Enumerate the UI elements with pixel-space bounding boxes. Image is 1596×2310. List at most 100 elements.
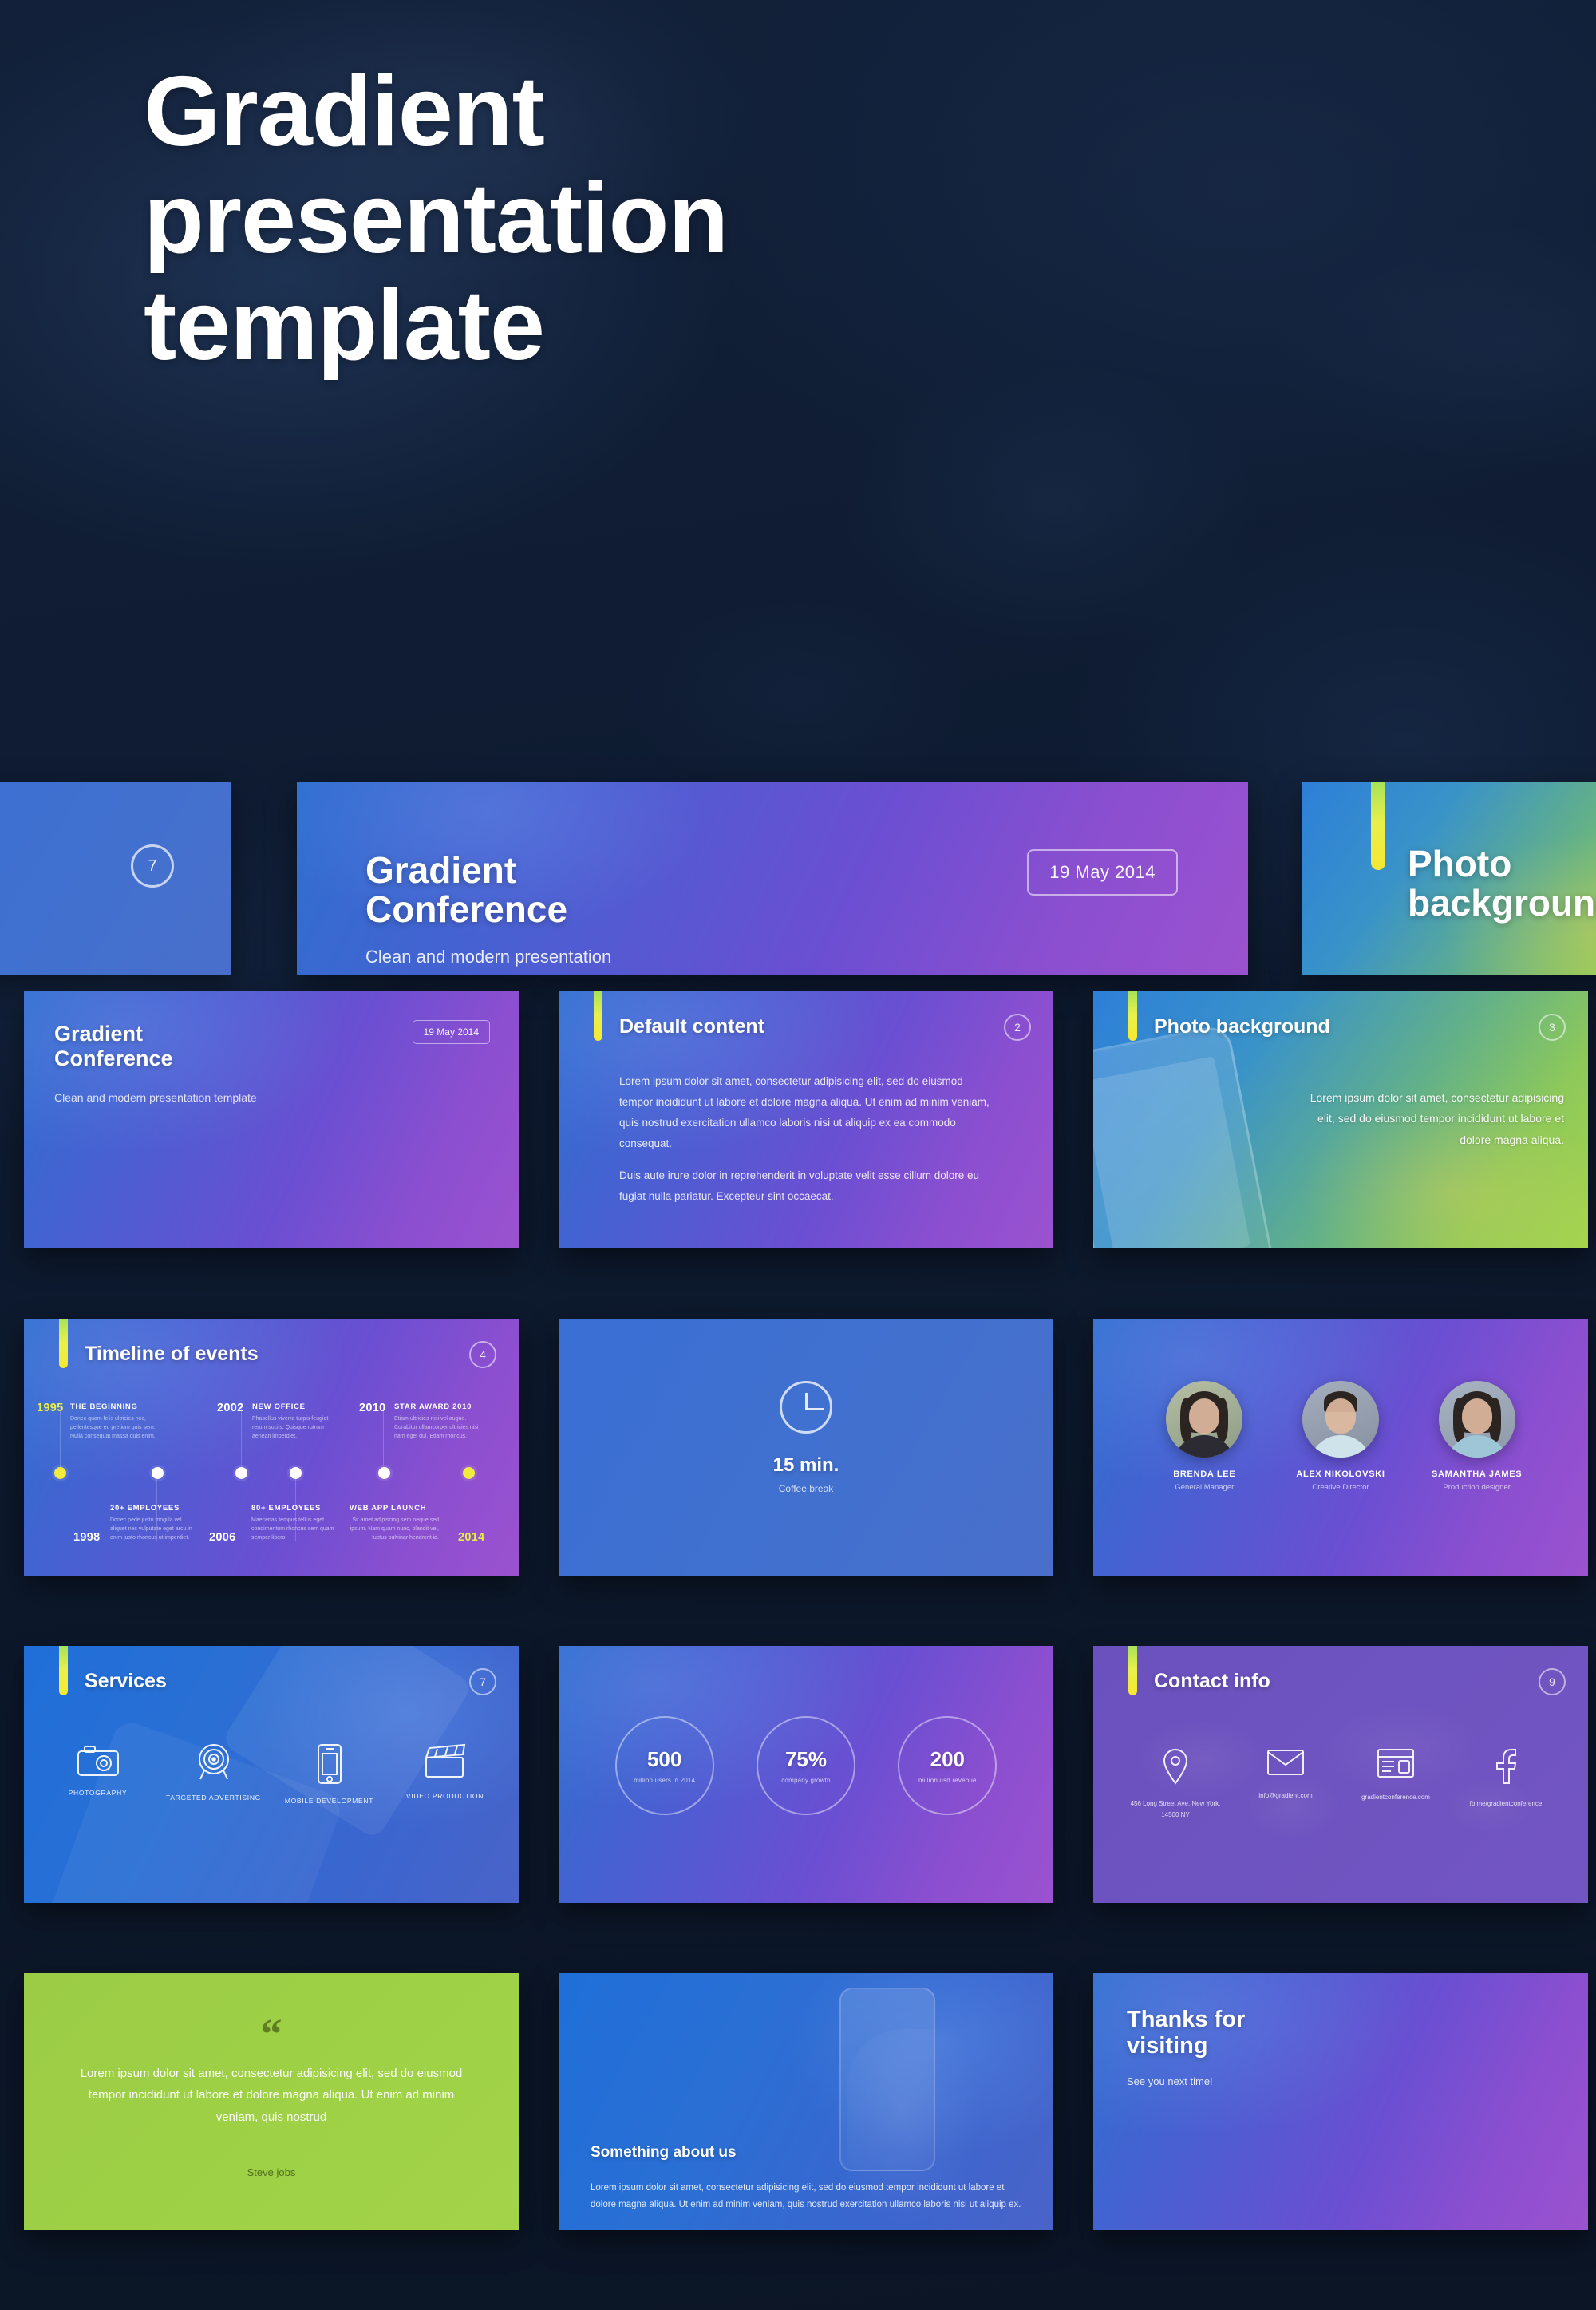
featured-photo-title: Photo background [1408, 843, 1596, 924]
thanks-line-2: visiting [1127, 2033, 1208, 2059]
page-number-badge: 4 [469, 1341, 496, 1368]
timeline-description: Maecenas tempus tellus eget condimentum … [251, 1517, 334, 1541]
page-number-badge: 3 [1539, 1014, 1566, 1041]
member-role: Creative Director [1312, 1483, 1369, 1492]
stat-caption: million users in 2014 [634, 1777, 696, 1784]
timeline-year: 2014 [458, 1531, 485, 1544]
timeline-description: Phasellus viverra turpis feugiat rerum s… [252, 1416, 329, 1439]
timeline-heading: NEW OFFICE [252, 1402, 306, 1411]
timeline-dot [463, 1467, 475, 1479]
thanks-line-1: Thanks for [1127, 2007, 1246, 2032]
slide-coffee-break[interactable]: 15 min. Coffee break [559, 1319, 1053, 1576]
stat-circle: 200 million usd revenue [898, 1716, 998, 1815]
contact-text: info@gradient.com [1258, 1792, 1313, 1799]
quote-author: Steve jobs [247, 2166, 296, 2178]
stat-caption: company growth [781, 1777, 831, 1784]
slide-title[interactable]: Gradient Conference Clean and modern pre… [24, 991, 519, 1248]
featured-slide-photo-background[interactable]: Photo background [1302, 782, 1596, 975]
slide-thanks[interactable]: Thanks for visiting See you next time! [1093, 1973, 1588, 2230]
timeline-description: Etiam ultricies nisi vel augue. Curabitu… [394, 1416, 479, 1439]
break-label: Coffee break [778, 1483, 834, 1494]
browser-window-icon [1344, 1748, 1448, 1778]
slide-heading: Services [85, 1670, 167, 1692]
timeline-tick [383, 1406, 384, 1473]
avatar [1438, 1381, 1515, 1458]
service-item[interactable]: PHOTOGRAPHY [44, 1743, 152, 1805]
date-badge: 19 May 2014 [1027, 849, 1178, 896]
slide-heading: Something about us [591, 2144, 737, 2161]
stat-value: 500 [646, 1747, 682, 1771]
stat-circle: 75% company growth [756, 1716, 855, 1815]
body-paragraph: Lorem ipsum dolor sit amet, consectetur … [1310, 1091, 1564, 1146]
contact-item[interactable]: info@gradient.com [1234, 1748, 1337, 1820]
accent-bar [1128, 1646, 1137, 1695]
hero-line-3: template [144, 270, 545, 381]
team-member[interactable]: SAMANTHA JAMES Production designer [1418, 1381, 1536, 1492]
hero-title: Gradient presentation template [144, 57, 1085, 381]
slide-team[interactable]: BRENDA LEE General Manager ALEX NIKOLOVS… [1093, 1319, 1588, 1576]
timeline-dot [290, 1467, 302, 1479]
timeline-heading: 20+ EMPLOYEES [110, 1504, 180, 1513]
phone-illustration [1093, 1023, 1278, 1248]
featured-slide-services-crop[interactable]: 7 [0, 782, 231, 975]
featured-subtitle: Clean and modern presentation [365, 947, 612, 967]
contact-item[interactable]: fb.me/gradientconference [1454, 1748, 1558, 1820]
slide-about-us[interactable]: Something about us Lorem ipsum dolor sit… [559, 1973, 1053, 2230]
member-name: BRENDA LEE [1173, 1469, 1236, 1479]
timeline-heading: WEB APP LAUNCH [350, 1504, 427, 1513]
location-pin-icon [1124, 1748, 1227, 1785]
slide-timeline[interactable]: Timeline of events 4 1995 THE BEGINNING [24, 1319, 519, 1576]
slide-contact-info[interactable]: Contact info 9 456 Long Street Ave. New … [1093, 1646, 1588, 1903]
break-duration: 15 min. [772, 1454, 839, 1476]
slide-heading: Default content [619, 1015, 764, 1038]
avatar [1166, 1381, 1243, 1458]
slide-heading: Contact info [1154, 1670, 1270, 1692]
service-label: MOBILE DEVELOPMENT [284, 1797, 374, 1805]
slide-heading: Photo background [1154, 1015, 1330, 1038]
timeline-tick [241, 1406, 242, 1473]
accent-bar [594, 991, 602, 1041]
stat-caption: million usd revenue [918, 1777, 977, 1784]
service-item[interactable]: MOBILE DEVELOPMENT [275, 1743, 383, 1805]
accent-bar [59, 1646, 68, 1695]
service-label: TARGETED ADVERTISING [165, 1794, 261, 1802]
member-name: SAMANTHA JAMES [1431, 1469, 1523, 1479]
hero-line-1: Gradient [144, 57, 545, 167]
thanks-subtitle: See you next time! [1127, 2075, 1213, 2087]
team-member[interactable]: BRENDA LEE General Manager [1145, 1381, 1263, 1492]
accent-bar [59, 1319, 68, 1368]
slide-statistics[interactable]: 500 million users in 2014 75% company gr… [559, 1646, 1053, 1903]
team-member[interactable]: ALEX NIKOLOVSKI Creative Director [1282, 1381, 1400, 1492]
clock-icon [780, 1381, 832, 1434]
contact-item[interactable]: gradientconference.com [1344, 1748, 1448, 1820]
body-paragraph: Duis aute irure dolor in reprehenderit i… [619, 1169, 979, 1202]
slide-date-badge: 19 May 2014 [412, 1020, 490, 1044]
timeline-year: 2002 [217, 1402, 244, 1414]
member-role: Production designer [1443, 1483, 1511, 1492]
featured-slide-row: 7 Gradient Conference Clean and modern p… [0, 782, 1596, 975]
stat-circle: 500 million users in 2014 [614, 1716, 714, 1815]
stat-value: 200 [930, 1747, 965, 1771]
mobile-icon [275, 1743, 383, 1785]
page-number-badge: 2 [1004, 1014, 1031, 1041]
timeline-year: 1998 [73, 1531, 101, 1544]
timeline-heading: 80+ EMPLOYEES [251, 1504, 321, 1513]
timeline-heading: THE BEGINNING [70, 1402, 138, 1411]
slide-quote[interactable]: “ Lorem ipsum dolor sit amet, consectetu… [24, 1973, 519, 2230]
featured-slide-title[interactable]: Gradient Conference Clean and modern pre… [297, 782, 1248, 975]
slide-title-line-2: Conference [54, 1046, 173, 1070]
body-paragraph: Lorem ipsum dolor sit amet, consectetur … [591, 2183, 1021, 2209]
slide-photo-background[interactable]: Photo background 3 Lorem ipsum dolor sit… [1093, 991, 1588, 1248]
service-item[interactable]: TARGETED ADVERTISING [160, 1743, 267, 1805]
service-item[interactable]: VIDEO PRODUCTION [391, 1743, 499, 1805]
slide-default-content[interactable]: Default content 2 Lorem ipsum dolor sit … [559, 991, 1053, 1248]
phone-illustration [839, 1988, 935, 2171]
slide-title-line-1: Gradient [54, 1022, 144, 1046]
page-number-badge: 9 [1539, 1668, 1566, 1695]
timeline-description: Donec quam felis ultricies nec, pellente… [70, 1416, 156, 1439]
member-name: ALEX NIKOLOVSKI [1296, 1469, 1385, 1479]
slide-services[interactable]: Services 7 PHOTOGRAPHY TARGETED ADVERTIS… [24, 1646, 519, 1903]
slide-heading: Timeline of events [85, 1343, 259, 1365]
service-label: PHOTOGRAPHY [68, 1789, 128, 1797]
contact-item[interactable]: 456 Long Street Ave. New York, 14500 NY [1124, 1748, 1227, 1820]
